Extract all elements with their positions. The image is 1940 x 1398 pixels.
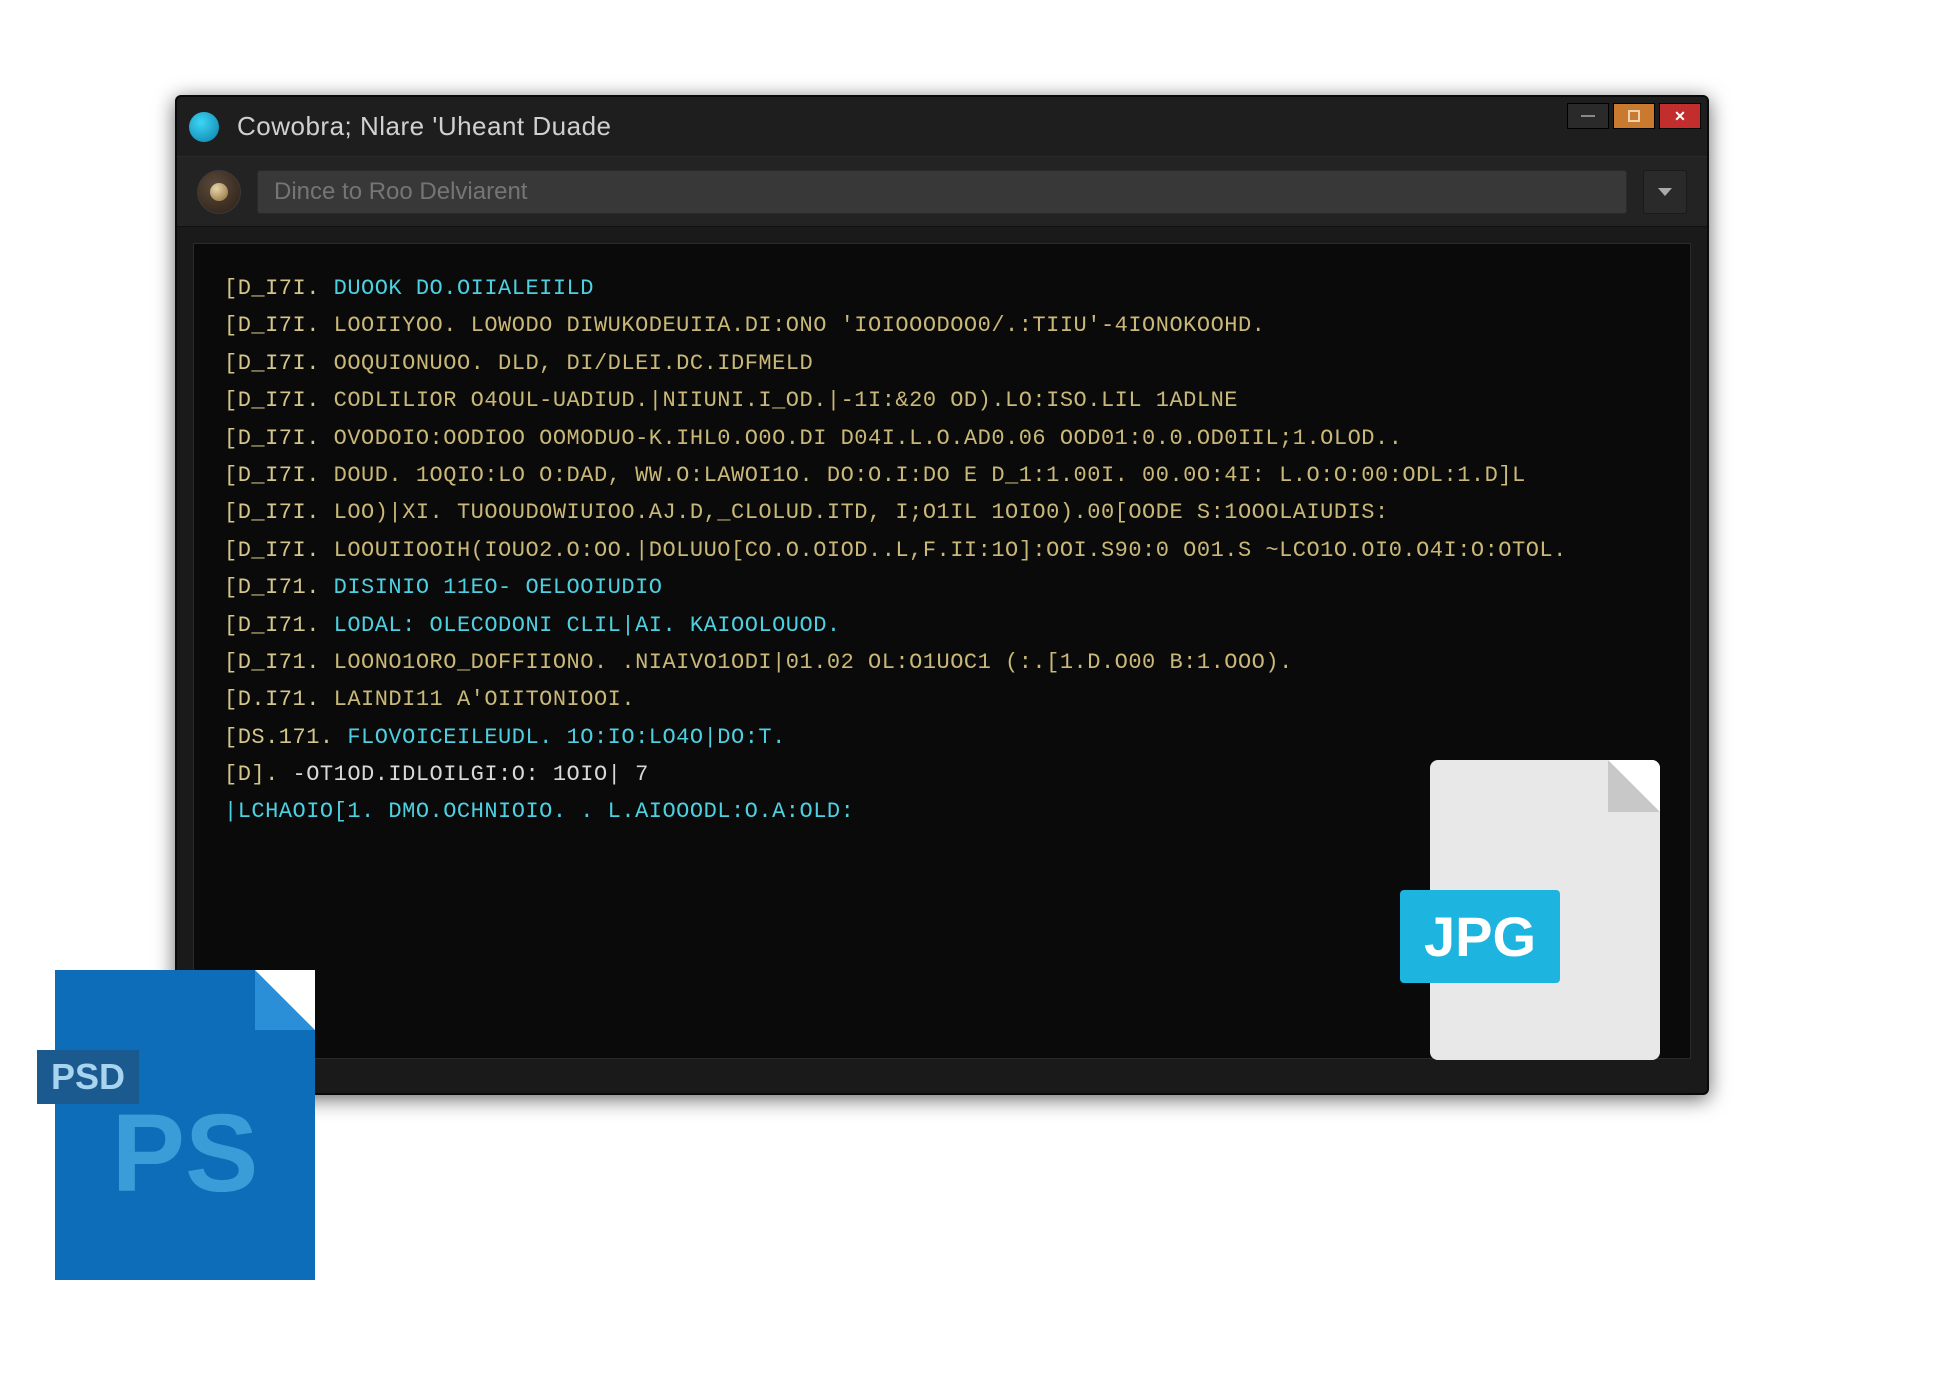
minimize-button[interactable] bbox=[1567, 103, 1609, 129]
log-line: [D_I71. LOONO1ORO_DOFFIIONO. .NIAIVO1ODI… bbox=[224, 644, 1660, 681]
log-line: [DS.171. FLOVOICEILEUDL. 1O:IO:LO4O|DO:T… bbox=[224, 719, 1660, 756]
log-line: [D.I71. LAINDI11 A'OIITONIOOI. bbox=[224, 681, 1660, 718]
log-line: [D_I7I. DUOOK DO.OIIALEIILD bbox=[224, 270, 1660, 307]
globe-icon[interactable] bbox=[197, 170, 241, 214]
log-line: [D_I7I. OVODOIO:OODIOO OOMODUO-K.IHL0.O0… bbox=[224, 420, 1660, 457]
titlebar: Cowobra; Nlare 'Uheant Duade ✕ bbox=[177, 97, 1707, 157]
log-line: [D_I71. DISINIO 11EO- OELOOIUDIO bbox=[224, 569, 1660, 606]
dropdown-button[interactable] bbox=[1643, 170, 1687, 214]
window-title: Cowobra; Nlare 'Uheant Duade bbox=[237, 111, 612, 142]
log-line: [D_I71. LODAL: OLECODONI CLIL|AI. KAIOOL… bbox=[224, 607, 1660, 644]
file-fold-icon bbox=[255, 970, 315, 1030]
log-line: [D_I7I. LOOUIIOOIH(IOUO2.O:OO.|DOLUUO[CO… bbox=[224, 532, 1660, 569]
log-line: [D_I7I. LOO)|XI. TUOOUDOWIUIOO.AJ.D,_CLO… bbox=[224, 494, 1660, 531]
log-line: [D_I7I. CODLILIOR O4OUL-UADIUD.|NIIUNI.I… bbox=[224, 382, 1660, 419]
psd-big-label: PS bbox=[112, 1090, 259, 1217]
log-line: [D_I7I. OOQUIONUOO. DLD, DI/DLEI.DC.IDFM… bbox=[224, 345, 1660, 382]
toolbar bbox=[177, 157, 1707, 227]
app-icon bbox=[189, 112, 219, 142]
window-controls: ✕ bbox=[1567, 103, 1701, 129]
log-line: [D_I7I. LOOIIYOO. LOWODO DIWUKODEUIIA.DI… bbox=[224, 307, 1660, 344]
maximize-button[interactable] bbox=[1613, 103, 1655, 129]
search-input[interactable] bbox=[257, 170, 1627, 214]
jpg-label: JPG bbox=[1400, 890, 1560, 983]
log-line: [D_I7I. DOUD. 1OQIO:LO O:DAD, WW.O:LAWOI… bbox=[224, 457, 1660, 494]
psd-file-icon: PSD PS bbox=[55, 970, 315, 1280]
jpg-file-icon: JPG bbox=[1430, 760, 1660, 1060]
file-fold-icon bbox=[1608, 760, 1660, 812]
close-button[interactable]: ✕ bbox=[1659, 103, 1701, 129]
